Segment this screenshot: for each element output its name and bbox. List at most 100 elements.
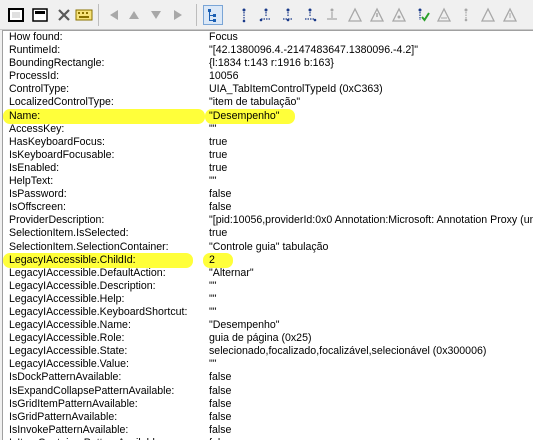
property-row[interactable]: HelpText: "" [3, 175, 533, 188]
property-key: ProviderDescription: [9, 214, 105, 227]
property-value: guia de página (0x25) [209, 332, 312, 345]
property-key: LegacyIAccessible.Role: [9, 332, 125, 345]
property-key: IsInvokePatternAvailable: [9, 423, 129, 436]
property-key: ProcessId: [9, 70, 60, 83]
property-row[interactable]: IsInvokePatternAvailable: false [3, 424, 533, 437]
property-value: true [209, 135, 228, 148]
property-key: BoundingRectangle: [9, 57, 105, 70]
tree-pattern-icon[interactable] [456, 5, 476, 25]
tree-cycle-icon[interactable] [345, 5, 365, 25]
property-key: ControlType: [9, 83, 70, 96]
property-row[interactable]: LegacyIAccessible.Name: "Desempenho" [3, 319, 533, 332]
property-row[interactable]: IsEnabled: true [3, 162, 533, 175]
property-row[interactable]: IsKeyboardFocusable: true [3, 149, 533, 162]
property-value: UIA_TabItemControlTypeId (0xC363) [209, 83, 383, 96]
navigate-right-icon[interactable] [168, 5, 188, 25]
property-value: selecionado,focalizado,focalizável,selec… [209, 345, 487, 358]
property-value: "Controle guia" tabulação [209, 240, 329, 253]
tree-cursor-icon[interactable] [478, 5, 498, 25]
property-value: "" [209, 292, 217, 305]
property-value: Focus [209, 31, 238, 43]
property-key: IsPassword: [9, 188, 67, 201]
property-row[interactable]: LegacyIAccessible.Value: "" [3, 358, 533, 371]
property-key: HasKeyboardFocus: [9, 135, 105, 148]
property-row[interactable]: LegacyIAccessible.Help: "" [3, 293, 533, 306]
tree-check-icon[interactable] [411, 5, 431, 25]
property-value: "item de tabulação" [209, 96, 301, 109]
property-row[interactable]: IsGridItemPatternAvailable: false [3, 398, 533, 411]
clear-icon[interactable] [54, 5, 74, 25]
property-row[interactable]: LegacyIAccessible.State: selecionado,foca… [3, 345, 533, 358]
tree-view-icon[interactable] [203, 5, 223, 25]
property-row[interactable]: SelectionItem.IsSelected: true [3, 227, 533, 240]
show-properties-icon[interactable] [30, 5, 50, 25]
tree-warning-icon[interactable] [434, 5, 454, 25]
property-key: Name: [9, 109, 41, 122]
property-key: IsKeyboardFocusable: [9, 148, 115, 161]
tree-cursor-icon[interactable] [500, 5, 520, 25]
property-row[interactable]: RuntimeId: "[42.1380096.4.-2147483647.138… [3, 44, 533, 57]
property-row-highlighted[interactable]: LegacyIAccessible.ChildId: 2 [3, 252, 533, 268]
property-value: "" [209, 122, 217, 135]
property-row[interactable]: LegacyIAccessible.KeyboardShortcut: "" [3, 306, 533, 319]
property-value: true [209, 227, 228, 240]
property-value: false [209, 384, 232, 397]
property-value: false [209, 201, 232, 214]
property-value: false [209, 397, 232, 410]
property-key: LegacyIAccessible.Help: [9, 292, 125, 305]
tree-pattern-icon[interactable] [389, 5, 409, 25]
property-key: IsEnabled: [9, 161, 60, 174]
property-row[interactable]: LegacyIAccessible.DefaultAction: "Alterna… [3, 267, 533, 280]
property-value: 10056 [209, 70, 239, 83]
property-key: HelpText: [9, 175, 54, 188]
keyboard-icon[interactable] [74, 5, 94, 25]
property-row[interactable]: LocalizedControlType: "item de tabulação" [3, 96, 533, 109]
property-key: AccessKey: [9, 122, 65, 135]
property-value: "" [209, 175, 217, 188]
property-row[interactable]: IsGridPatternAvailable: false [3, 411, 533, 424]
property-row[interactable]: IsPassword: false [3, 188, 533, 201]
property-row[interactable]: LegacyIAccessible.Role: guia de página (0… [3, 332, 533, 345]
property-row[interactable]: LegacyIAccessible.Description: "" [3, 280, 533, 293]
tree-warning-icon[interactable] [367, 5, 387, 25]
property-value: true [209, 161, 228, 174]
property-value: "Desempenho" [209, 319, 280, 332]
toolbar-separator [196, 4, 197, 26]
property-row[interactable]: IsOffscreen: false [3, 201, 533, 214]
navigate-up-icon[interactable] [124, 5, 144, 25]
tree-next-sibling-icon[interactable] [278, 5, 298, 25]
tree-prev-sibling-icon[interactable] [322, 5, 342, 25]
tree-last-child-icon[interactable] [300, 5, 320, 25]
property-key: RuntimeId: [9, 44, 61, 57]
property-value: false [209, 188, 232, 201]
property-value: "" [209, 279, 217, 292]
property-row[interactable]: BoundingRectangle: {l:1834 t:143 r:1916 b… [3, 57, 533, 70]
navigate-down-icon[interactable] [146, 5, 166, 25]
property-value: "[pid:10056,providerId:0x0 Annotation:Mi… [209, 214, 533, 227]
property-row[interactable]: HasKeyboardFocus: true [3, 136, 533, 149]
property-key: SelectionItem.SelectionContainer: [9, 240, 169, 253]
property-row[interactable]: ControlType: UIA_TabItemControlTypeId (0x… [3, 83, 533, 96]
property-row[interactable]: SelectionItem.SelectionContainer: "Contro… [3, 241, 533, 254]
property-row[interactable]: ProcessId: 10056 [3, 70, 533, 83]
property-key: How found: [9, 31, 63, 43]
property-row[interactable]: ProviderDescription: "[pid:10056,provider… [3, 214, 533, 227]
property-row[interactable]: How found: Focus [3, 31, 533, 44]
property-row[interactable]: IsExpandCollapsePatternAvailable: false [3, 385, 533, 398]
tree-first-child-icon[interactable] [256, 5, 276, 25]
property-key: LegacyIAccessible.Description: [9, 279, 156, 292]
property-value: false [209, 371, 232, 384]
highlight-rectangle-icon[interactable] [6, 5, 26, 25]
property-row[interactable]: AccessKey: "" [3, 123, 533, 136]
property-value: "" [209, 358, 217, 371]
properties-pane[interactable]: How found: Focus RuntimeId: "[42.1380096.4… [2, 30, 533, 440]
property-value: {l:1834 t:143 r:1916 b:163} [209, 57, 334, 70]
navigate-left-icon[interactable] [104, 5, 124, 25]
property-value: "Desempenho" [209, 109, 280, 122]
property-key: IsExpandCollapsePatternAvailable: [9, 384, 175, 397]
property-value: 2 [209, 253, 215, 266]
property-row-highlighted[interactable]: Name: "Desempenho" [3, 108, 533, 124]
highlight-marker [203, 252, 233, 268]
property-row[interactable]: IsDockPatternAvailable: false [3, 371, 533, 384]
tree-parent-icon[interactable] [234, 5, 254, 25]
